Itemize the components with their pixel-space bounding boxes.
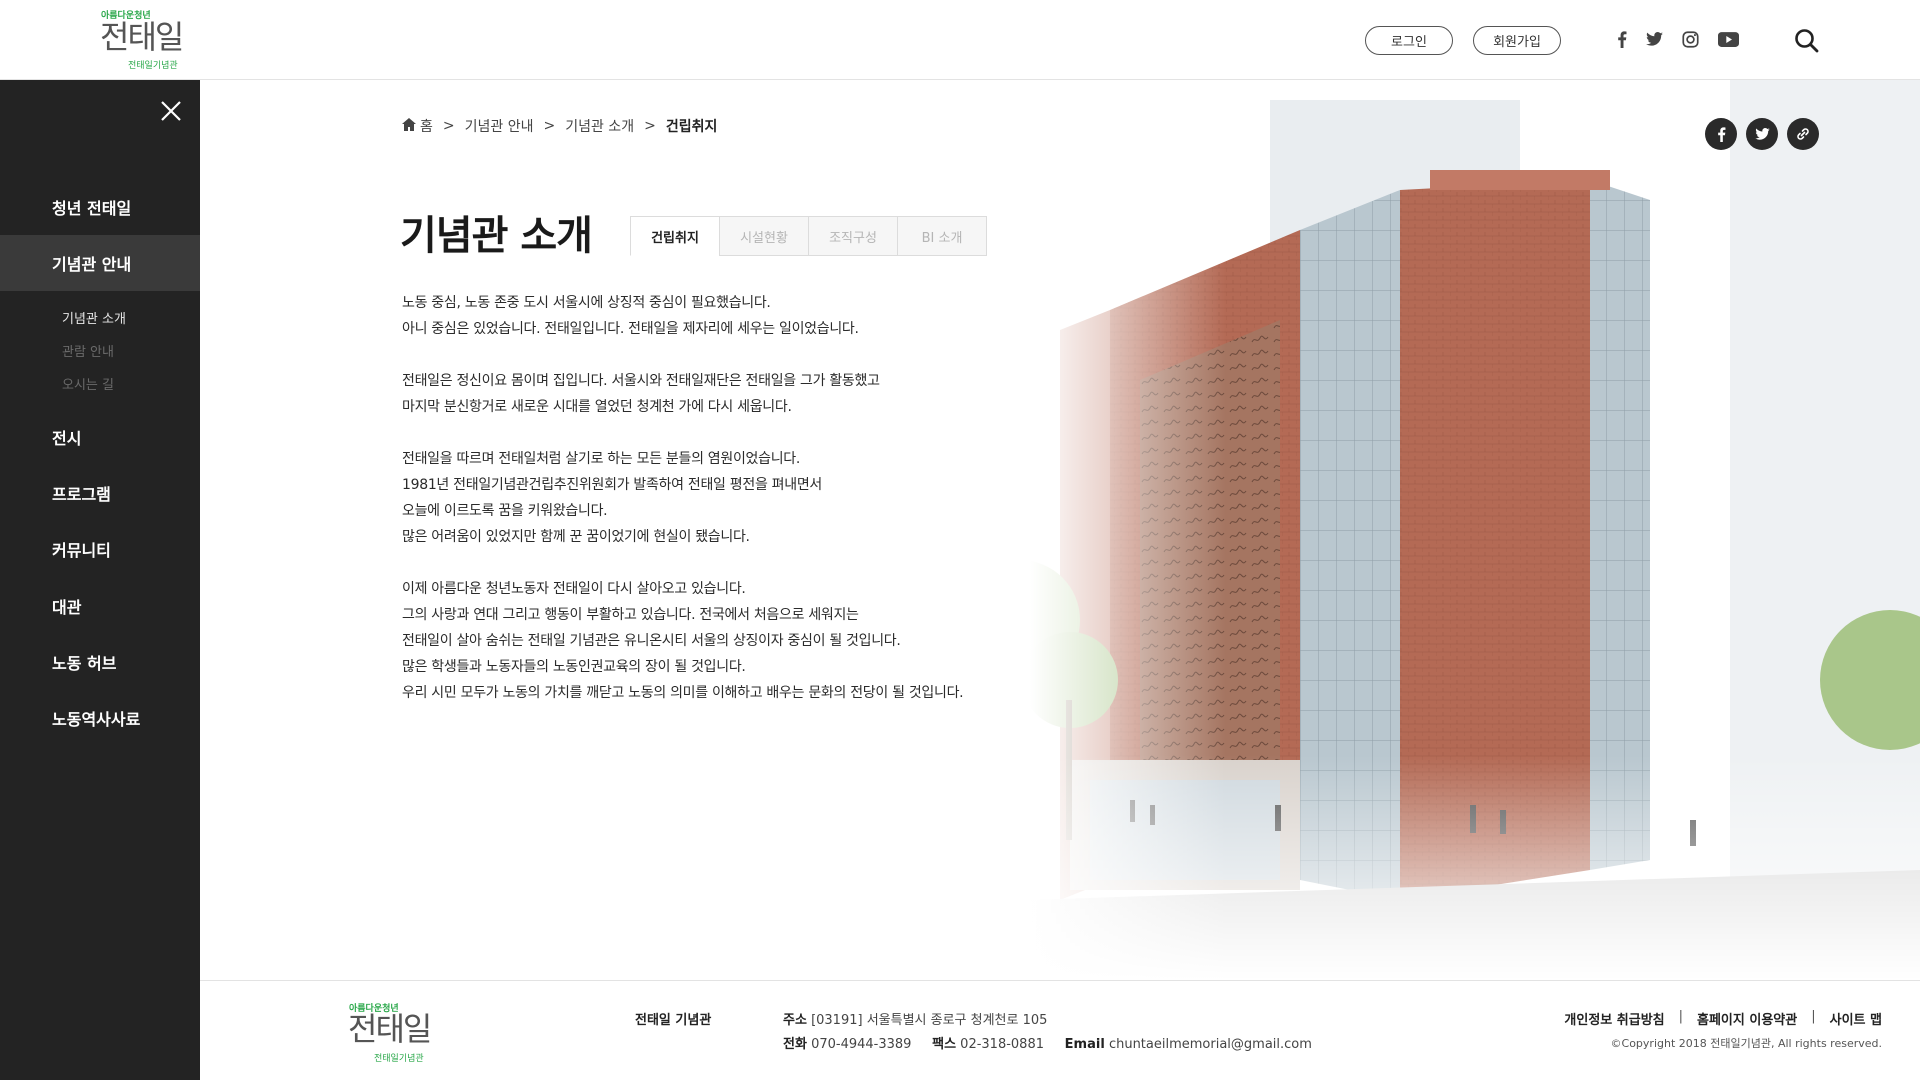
tab-facilities[interactable]: 시설현황 [719,216,809,256]
breadcrumb: 홈 > 기념관 안내 > 기념관 소개 > 건립취지 [402,116,717,136]
signup-button[interactable]: 회원가입 [1473,26,1561,55]
close-icon[interactable] [158,98,184,124]
text-line: 이제 아름다운 청년노동자 전태일이 다시 살아오고 있습니다. [402,581,746,597]
fax-value: 02-318-0881 [960,1037,1044,1052]
sidebar-subitem-visit[interactable]: 관람 안내 [62,341,114,360]
logo-subtitle: 전태일기념관 [128,61,178,71]
founding-purpose-text: 노동 중심, 노동 존중 도시 서울시에 상징적 중심이 필요했습니다. 아니 … [402,290,1042,732]
logo-wordmark: 전태일 [100,18,184,56]
sidebar-item-memorial-guide[interactable]: 기념관 안내 [0,235,200,291]
logo-wordmark: 전태일 [348,1010,432,1048]
breadcrumb-separator: > [543,118,556,134]
footer-org-name: 전태일 기념관 [635,1013,712,1028]
sidebar-item-exhibition[interactable]: 전시 [0,409,200,465]
text-line: 많은 학생들과 노동자들의 노동인권교육의 장이 될 것입니다. [402,659,746,675]
sub-tabs: 건립취지 시설현황 조직구성 BI 소개 [630,216,987,256]
text-paragraph: 전태일은 정신이요 몸이며 집입니다. 서울시와 전태일재단은 전태일을 그가 … [402,368,1042,420]
phone-value: 070-4944-3389 [811,1037,912,1052]
home-icon[interactable] [402,117,416,135]
breadcrumb-separator: > [442,118,455,134]
instagram-icon[interactable] [1677,26,1703,52]
email-value[interactable]: chuntaeilmemorial@gmail.com [1109,1037,1312,1052]
phone-label: 전화 [783,1037,807,1052]
sidebar-item-labor-hub[interactable]: 노동 허브 [0,634,200,690]
divider: | [1678,1009,1684,1024]
breadcrumb-memorial-intro[interactable]: 기념관 소개 [565,116,634,136]
text-line: 많은 어려움이 있었지만 함께 꾼 꿈이었기에 현실이 됐습니다. [402,529,750,545]
breadcrumb-home[interactable]: 홈 [420,116,433,136]
share-facebook-icon[interactable] [1705,118,1737,150]
fax-label: 팩스 [932,1037,957,1052]
sidebar-item-rental[interactable]: 대관 [0,578,200,634]
text-line: 그의 사랑과 연대 그리고 행동이 부활하고 있습니다. 전국에서 처음으로 세… [402,607,859,623]
footer-logo[interactable]: 아름다운청년 전태일 전태일기념관 [348,1001,432,1064]
tab-bi-intro[interactable]: BI 소개 [897,216,987,256]
address-label: 주소 [783,1013,807,1028]
breadcrumb-separator: > [644,118,656,134]
tab-organization[interactable]: 조직구성 [808,216,898,256]
text-line: 마지막 분신항거로 새로운 시대를 열었던 청계천 가에 다시 세웁니다. [402,399,792,415]
memorial-building-image [1030,80,1920,980]
text-line: 오늘에 이르도록 꿈을 키워왔습니다. [402,503,608,519]
facebook-icon[interactable] [1609,26,1635,52]
logo-subtitle: 전태일기념관 [374,1054,424,1064]
sidebar-item-program[interactable]: 프로그램 [0,465,200,521]
youtube-icon[interactable] [1715,26,1741,52]
site-footer: 아름다운청년 전태일 전태일기념관 전태일 기념관 주소 [03191] 서울특… [200,980,1920,1080]
copyright: ©Copyright 2018 전태일기념관, All rights reser… [1610,1037,1882,1050]
text-line: 우리 시민 모두가 노동의 가치를 깨닫고 노동의 의미를 이해하고 배우는 문… [402,685,964,701]
text-line: 아니 중심은 있었습니다. 전태일입니다. 전태일을 제자리에 세우는 일이었습… [402,321,859,337]
privacy-policy-link[interactable]: 개인정보 취급방침 [1564,1009,1664,1028]
share-twitter-icon[interactable] [1746,118,1778,150]
sidebar-subitem-directions[interactable]: 오시는 길 [62,374,114,393]
page-title: 기념관 소개 [400,212,593,259]
site-header: 아름다운청년 전태일 전태일기념관 로그인 회원가입 [0,0,1920,80]
sidebar-item-labor-history[interactable]: 노동역사사료 [0,690,200,746]
twitter-icon[interactable] [1641,26,1667,52]
terms-link[interactable]: 홈페이지 이용약관 [1697,1009,1797,1028]
text-line: 전태일을 따르며 전태일처럼 살기로 하는 모든 분들의 염원이었습니다. [402,451,801,467]
sidebar-item-community[interactable]: 커뮤니티 [0,521,200,577]
footer-contact: 주소 [03191] 서울특별시 종로구 청계천로 105 전화 070-494… [783,1009,1312,1057]
share-link-icon[interactable] [1787,118,1819,150]
text-line: 1981년 전태일기념관건립추진위원회가 발족하여 전태일 평전을 펴내면서 [402,477,822,493]
breadcrumb-current: 건립취지 [665,119,718,135]
email-label: Email [1064,1037,1105,1052]
sidebar-nav: 청년 전태일 기념관 안내 기념관 소개 관람 안내 오시는 길 전시 프로그램… [0,80,200,1080]
sidebar-item-youth[interactable]: 청년 전태일 [0,179,200,235]
text-line: 전태일이 살아 숨쉬는 전태일 기념관은 유니온시티 서울의 상징이자 중심이 … [402,633,901,649]
text-paragraph: 이제 아름다운 청년노동자 전태일이 다시 살아오고 있습니다. 그의 사랑과 … [402,576,1042,706]
text-line: 전태일은 정신이요 몸이며 집입니다. 서울시와 전태일재단은 전태일을 그가 … [402,373,880,389]
text-paragraph: 전태일을 따르며 전태일처럼 살기로 하는 모든 분들의 염원이었습니다. 19… [402,446,1042,550]
login-button[interactable]: 로그인 [1365,26,1453,55]
text-line: 노동 중심, 노동 존중 도시 서울시에 상징적 중심이 필요했습니다. [402,295,771,311]
site-logo[interactable]: 아름다운청년 전태일 전태일기념관 [100,8,184,71]
address-value: [03191] 서울특별시 종로구 청계천로 105 [811,1013,1048,1028]
text-paragraph: 노동 중심, 노동 존중 도시 서울시에 상징적 중심이 필요했습니다. 아니 … [402,290,1042,342]
sitemap-link[interactable]: 사이트 맵 [1830,1009,1882,1028]
breadcrumb-memorial-guide[interactable]: 기념관 안내 [465,116,534,136]
search-icon[interactable] [1792,26,1822,56]
divider: | [1811,1009,1816,1024]
sidebar-subitem-intro[interactable]: 기념관 소개 [62,308,126,327]
tab-founding-purpose[interactable]: 건립취지 [630,216,720,256]
footer-links: 개인정보 취급방침 | 홈페이지 이용약관 | 사이트 맵 [1564,1009,1882,1028]
